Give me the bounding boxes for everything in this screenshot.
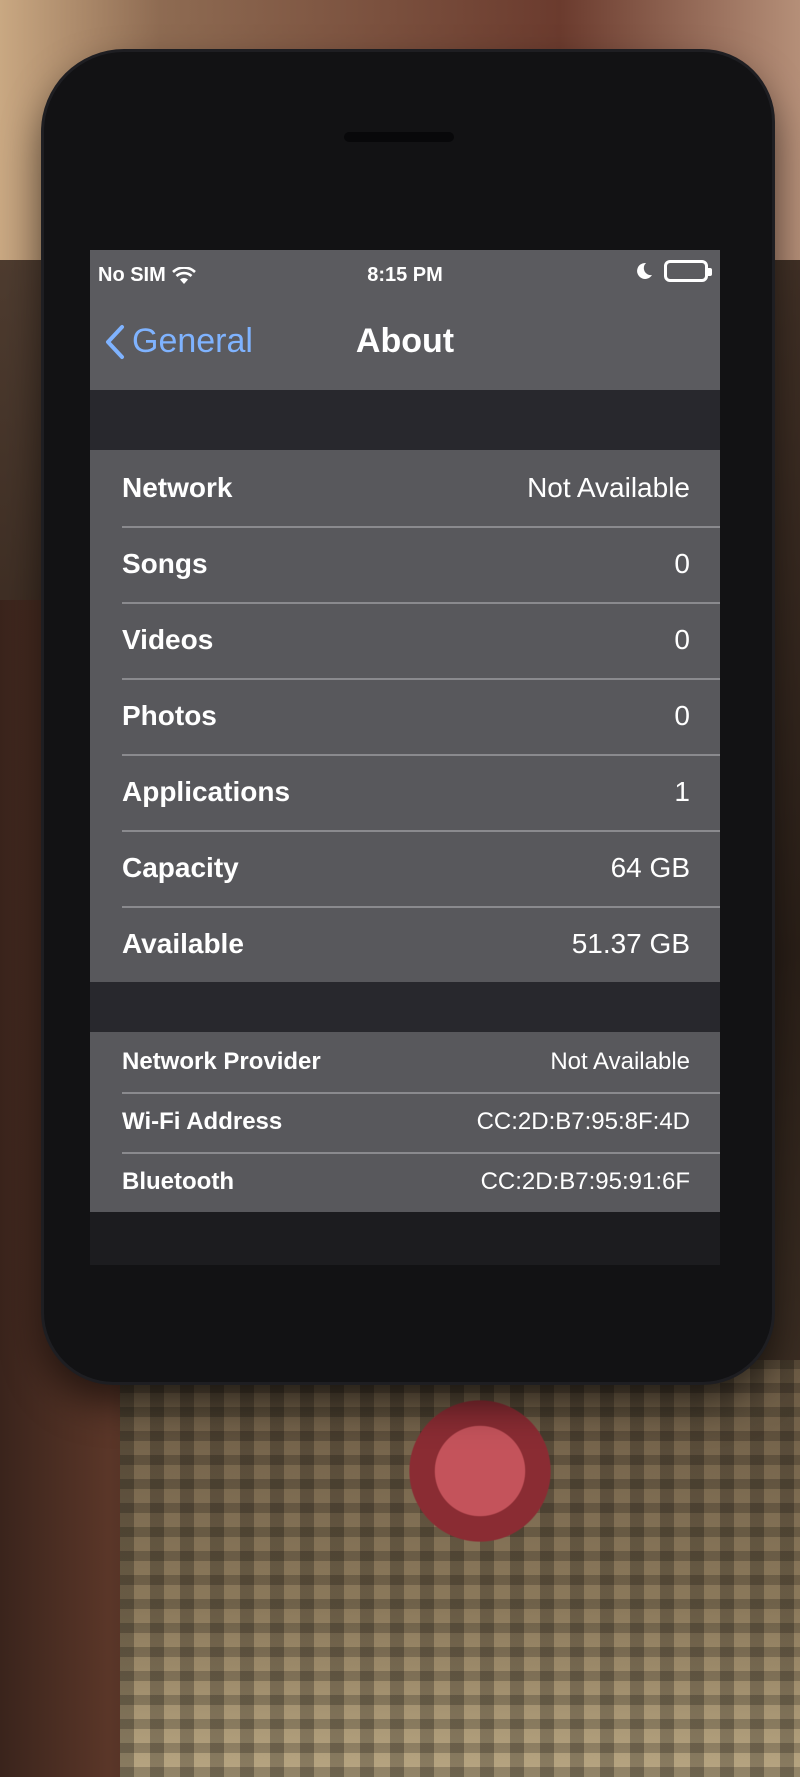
chevron-left-icon <box>106 324 124 359</box>
wifi-icon <box>171 266 196 284</box>
row-value: 51.37 GB <box>571 928 690 959</box>
battery-icon <box>664 260 712 282</box>
row-label: Capacity <box>122 852 239 883</box>
moon-icon <box>637 262 652 279</box>
row-available: Available 51.37 GB <box>90 906 720 982</box>
row-value: 1 <box>674 776 690 807</box>
row-capacity: Capacity 64 GB <box>90 830 720 906</box>
row-applications: Applications 1 <box>90 754 720 830</box>
earpiece-speaker <box>344 132 454 142</box>
row-value: 64 GB <box>610 852 690 883</box>
page-title: About <box>355 322 455 360</box>
row-value: CC:2D:B7:95:8F:4D <box>476 1108 690 1135</box>
row-value: CC:2D:B7:95:91:6F <box>480 1168 690 1195</box>
section-spacer <box>90 982 720 1032</box>
status-right <box>634 260 712 282</box>
carrier-label: No SIM <box>98 264 166 286</box>
row-network-provider: Network Provider Not Available <box>90 1032 720 1092</box>
back-button-label: General <box>132 322 253 360</box>
status-bar: No SIM 8:15 PM <box>90 250 720 300</box>
row-value: Not Available <box>550 1048 690 1075</box>
network-group: Network Provider Not Available Wi-Fi Add… <box>90 1032 720 1212</box>
row-network: Network Not Available <box>90 450 720 526</box>
row-videos: Videos 0 <box>90 602 720 678</box>
screen: No SIM 8:15 PM General About Network Not… <box>90 250 720 1265</box>
row-label: Bluetooth <box>122 1168 234 1195</box>
row-wifi-address: Wi-Fi Address CC:2D:B7:95:8F:4D <box>90 1092 720 1152</box>
row-value: 0 <box>674 624 690 655</box>
row-photos: Photos 0 <box>90 678 720 754</box>
row-songs: Songs 0 <box>90 526 720 602</box>
row-label: Videos <box>122 624 214 655</box>
phone-chin <box>90 1265 720 1345</box>
row-value: 0 <box>674 548 690 579</box>
row-label: Songs <box>122 548 208 579</box>
row-label: Wi-Fi Address <box>122 1108 283 1135</box>
back-button[interactable]: General <box>104 322 253 361</box>
row-value: 0 <box>674 700 690 731</box>
row-label: Network <box>122 472 233 503</box>
row-label: Photos <box>122 700 217 731</box>
status-time: 8:15 PM <box>367 264 443 286</box>
row-bluetooth: Bluetooth CC:2D:B7:95:91:6F <box>90 1152 720 1212</box>
status-left: No SIM <box>98 264 196 287</box>
info-group: Network Not Available Songs 0 Videos 0 P… <box>90 450 720 982</box>
row-label: Network Provider <box>122 1048 321 1075</box>
row-label: Available <box>122 928 244 959</box>
row-label: Applications <box>122 776 291 807</box>
navigation-bar: General About <box>90 300 720 390</box>
carpet-flower <box>400 1390 560 1570</box>
section-spacer <box>90 390 720 450</box>
row-value: Not Available <box>527 472 690 503</box>
